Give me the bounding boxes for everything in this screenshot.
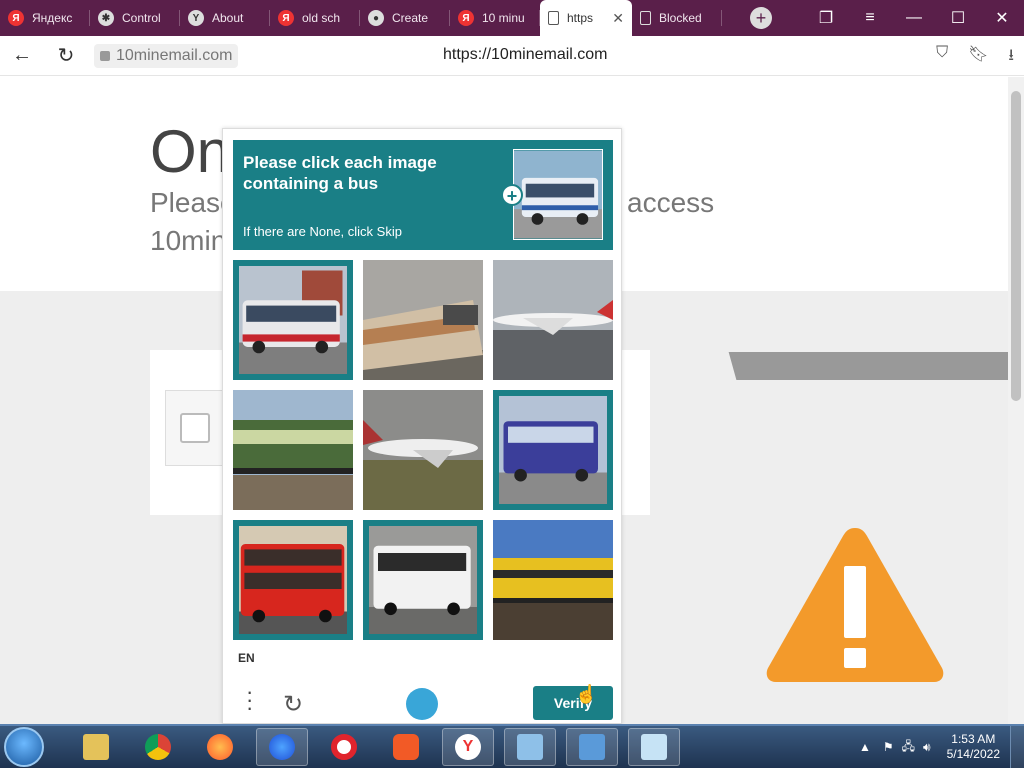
domain-pill[interactable]: 10minemail.com [94, 43, 239, 68]
verify-button[interactable]: Verify [533, 686, 613, 720]
maximize-button[interactable]: ☐ [936, 8, 980, 28]
window-controls: ❐ ≡ — ☐ ✕ [804, 0, 1024, 36]
tile-7-bus[interactable] [233, 520, 353, 640]
tab-create[interactable]: ● Create [360, 0, 450, 36]
brave-icon[interactable] [380, 728, 432, 766]
plus-icon: + [501, 184, 523, 206]
windows-taskbar: Y ▲ ⚑ 🖧︎ 🔊︎ 1:53 AM 5/14/2022 [0, 724, 1024, 768]
tab-about[interactable]: Y About [180, 0, 270, 36]
tab-old-school[interactable]: Яold sch [270, 0, 360, 36]
firefox-icon[interactable] [194, 728, 246, 766]
spider-icon: ✱ [98, 10, 114, 26]
tile-2-train[interactable] [363, 260, 483, 380]
tile-8-bus[interactable] [363, 520, 483, 640]
download-icon[interactable]: ⭳ [1008, 44, 1014, 71]
yandex-icon: Я [458, 10, 474, 26]
tab-label: 10 minu [482, 11, 525, 25]
menu-icon[interactable]: ≡ [848, 9, 892, 27]
notepad-icon[interactable] [628, 728, 680, 766]
network-icon[interactable]: 🖧︎ [902, 737, 915, 758]
explorer-icon[interactable] [70, 728, 122, 766]
show-hidden-icons-icon[interactable]: ▲ [859, 740, 871, 754]
tab-control[interactable]: ✱ Control [90, 0, 180, 36]
github-icon: ● [368, 10, 384, 26]
challenge-hint: If there are None, click Skip [243, 224, 402, 239]
action-center-icon[interactable]: ⚑ [883, 740, 894, 754]
tab-bar: Я Яндекс ✱ Control Y About Яold sch ● Create… [0, 0, 1024, 36]
clock[interactable]: 1:53 AM 5/14/2022 [937, 732, 1010, 762]
tab-https-active[interactable]: https ✕ [540, 0, 632, 36]
remote-desktop-icon[interactable] [566, 728, 618, 766]
page-subtitle-line2: 10min [150, 225, 227, 256]
firefox-dev-icon[interactable] [256, 728, 308, 766]
tab-label: Яндекс [32, 11, 73, 25]
bookmarks-panel-icon[interactable]: ❐ [804, 8, 848, 28]
address-bar-actions: ⛉ 🔖︎ ⭳ [936, 44, 1014, 71]
warning-icon [766, 528, 944, 682]
lock-icon [100, 50, 110, 61]
more-options-icon[interactable]: · · · [246, 681, 253, 719]
minimize-button[interactable]: — [892, 9, 936, 27]
yandex-browser-icon: Y [188, 10, 204, 26]
refresh-challenge-icon[interactable]: ↻ [283, 690, 303, 719]
reload-button[interactable]: ↻ [44, 43, 88, 68]
challenge-header: Please click each image containing a bus… [233, 140, 613, 250]
document-icon [548, 11, 559, 25]
address-bar: ← ↻ 10minemail.com https://10minemail.co… [0, 36, 1024, 76]
system-tray: ▲ ⚑ 🖧︎ 🔊︎ 1:53 AM 5/14/2022 [859, 726, 1024, 768]
yandex-icon: Я [278, 10, 294, 26]
bookmark-icon[interactable]: 🔖︎ [968, 44, 988, 71]
back-button[interactable]: ← [0, 44, 44, 67]
domain-text: 10minemail.com [116, 46, 233, 64]
start-button[interactable] [4, 727, 44, 767]
hcaptcha-logo-icon [406, 688, 438, 720]
tab-label: About [212, 11, 244, 25]
opera-icon[interactable] [318, 728, 370, 766]
protect-icon[interactable]: ⛉ [936, 44, 948, 71]
tab-yandex[interactable]: Я Яндекс [0, 0, 90, 36]
close-tab-icon[interactable]: ✕ [612, 10, 624, 27]
tile-5-airplane[interactable] [363, 390, 483, 510]
control-panel-icon[interactable] [504, 728, 556, 766]
captcha-checkbox[interactable] [180, 413, 210, 443]
tile-3-airplane[interactable] [493, 260, 613, 380]
tab-label: https [567, 11, 594, 25]
language-selector[interactable]: EN [238, 651, 255, 665]
page-title: On [150, 118, 231, 185]
yandex-icon: Я [8, 10, 24, 26]
scrollbar-thumb[interactable] [1011, 91, 1021, 401]
sample-image [513, 149, 603, 240]
challenge-prompt: Please click each image containing a bus [243, 153, 437, 193]
show-desktop-button[interactable] [1010, 726, 1024, 768]
tile-1-bus[interactable] [233, 260, 353, 380]
url-text[interactable]: https://10minemail.com [443, 46, 608, 64]
tile-9-train[interactable] [493, 520, 613, 640]
clock-time: 1:53 AM [951, 732, 996, 746]
tile-4-train[interactable] [233, 390, 353, 510]
tab-label: old sch [302, 11, 341, 25]
hand-cursor-icon: ☝ [575, 684, 598, 704]
tab-label: Blocked [659, 11, 702, 25]
yandex-browser-icon[interactable]: Y [442, 728, 494, 766]
document-icon [640, 11, 651, 25]
volume-icon[interactable]: 🔊︎ [923, 740, 931, 755]
page-subtitle-right: access [627, 187, 715, 218]
tab-blocked[interactable]: Blocked [632, 0, 722, 36]
hcaptcha-challenge: Please click each image containing a bus… [222, 128, 622, 724]
tile-6-bus[interactable] [493, 390, 613, 510]
clock-date: 5/14/2022 [946, 747, 1000, 761]
page-scrollbar[interactable] [1008, 77, 1024, 724]
tab-10-minute[interactable]: Я 10 minu [450, 0, 540, 36]
tab-label: Control [122, 11, 161, 25]
chrome-icon[interactable] [132, 728, 184, 766]
new-tab-button[interactable]: + [750, 7, 772, 29]
tab-label: Create [392, 11, 429, 25]
close-window-button[interactable]: ✕ [980, 8, 1024, 28]
browser-window: { "tabs": [ {"label": "Яндекс", "icon": … [0, 0, 1024, 768]
challenge-footer: · · · ↻ Verify ☝ [223, 674, 623, 724]
